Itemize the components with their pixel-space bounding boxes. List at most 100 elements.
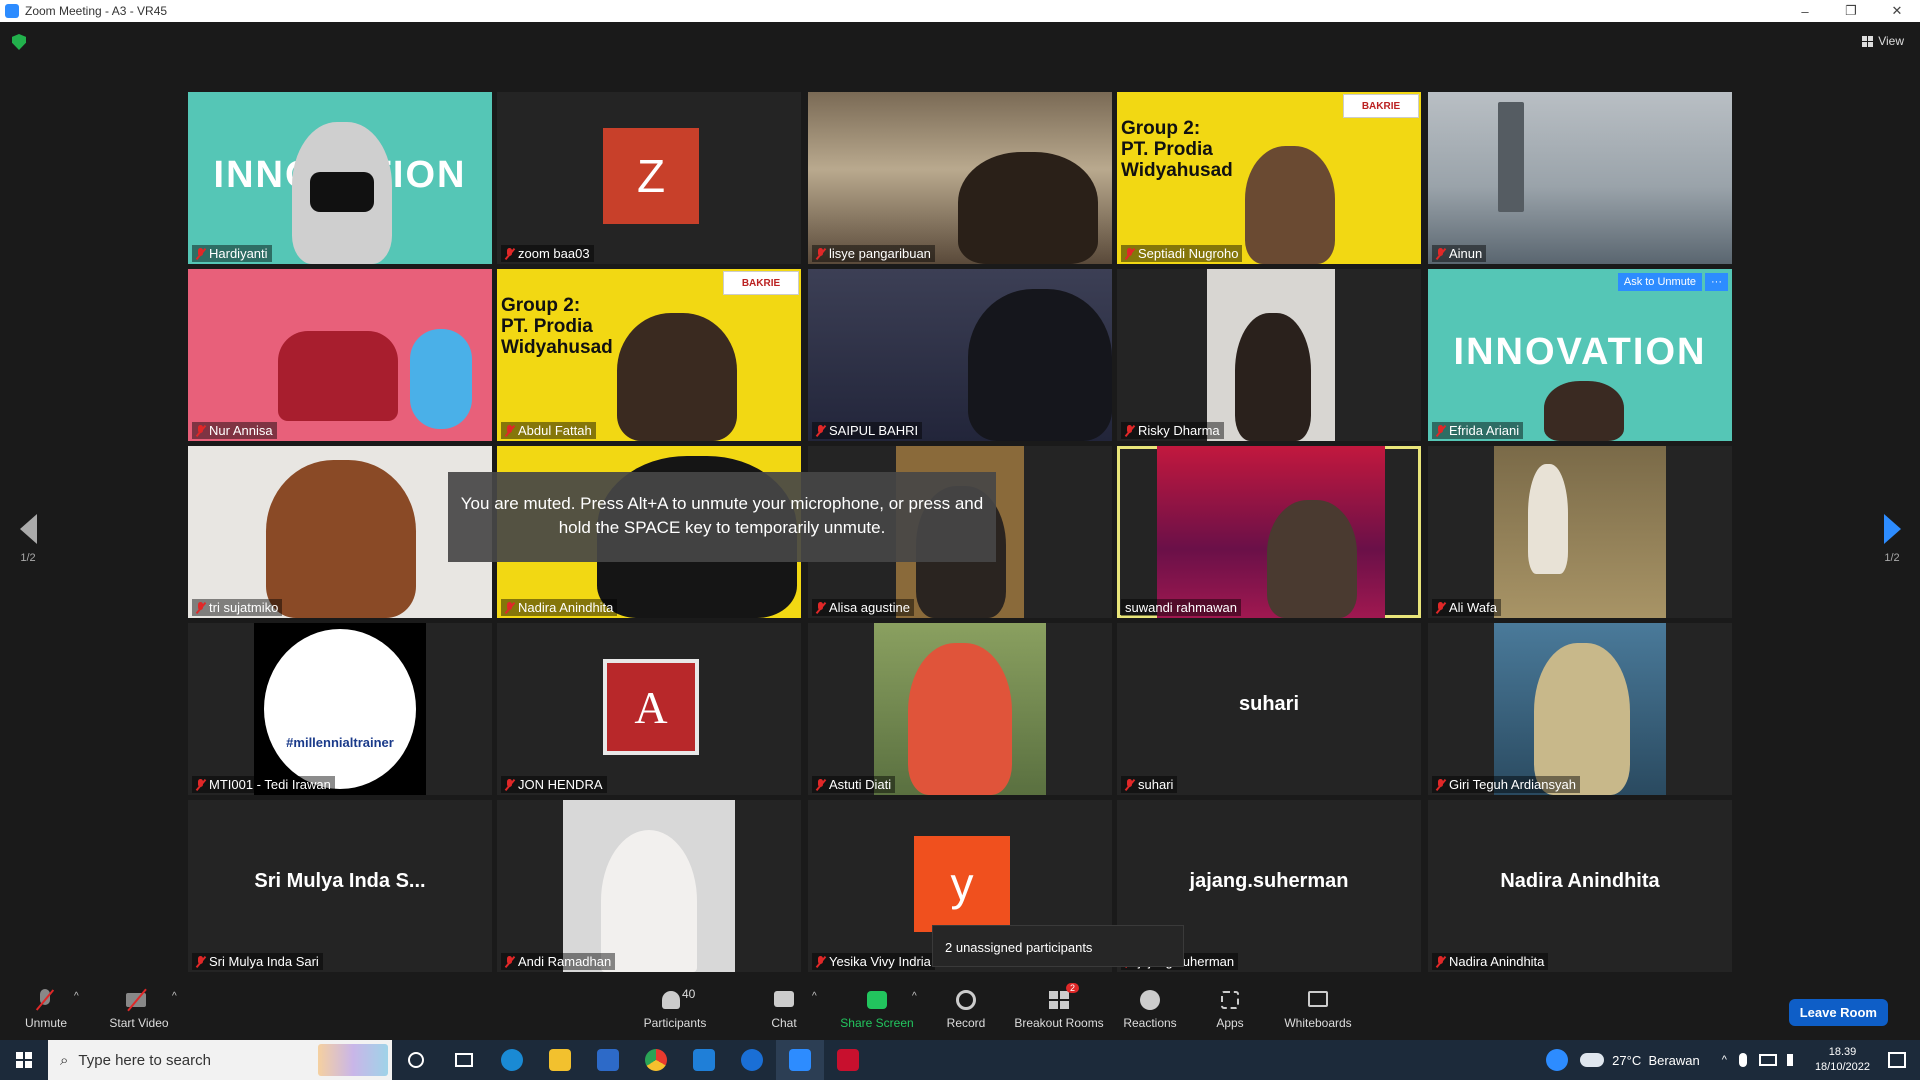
participant-tile[interactable]: Sri Mulya Inda S... Sri Mulya Inda Sari	[188, 800, 492, 972]
chrome-taskbar-app[interactable]	[632, 1040, 680, 1080]
start-button[interactable]	[0, 1040, 48, 1080]
participant-display-name: suhari	[1238, 693, 1300, 715]
mic-muted-icon	[505, 778, 514, 791]
unassigned-participants-popup[interactable]: 2 unassigned participants	[932, 925, 1184, 967]
zoom-logo-icon	[5, 4, 19, 18]
record-button[interactable]: Record	[942, 989, 990, 1030]
participant-tile[interactable]: lisye pangaribuan	[808, 92, 1112, 264]
participant-tile[interactable]: Ali Wafa	[1428, 446, 1732, 618]
notifications-icon[interactable]	[1888, 1052, 1906, 1068]
chat-options-caret[interactable]: ^	[812, 991, 817, 1002]
edge-taskbar-app[interactable]	[488, 1040, 536, 1080]
badge-text: #millennialtrainer	[286, 735, 394, 750]
participant-tile[interactable]: Nadira Anindhita Nadira Anindhita	[1428, 800, 1732, 972]
microphone-icon[interactable]	[1738, 1053, 1747, 1067]
participant-tile[interactable]: SAIPUL BAHRI	[808, 269, 1112, 441]
help-icon[interactable]	[1546, 1049, 1569, 1071]
participant-name: tri sujatmiko	[192, 599, 283, 616]
store-taskbar-app[interactable]	[584, 1040, 632, 1080]
participant-tile[interactable]: suhari suhari	[1117, 623, 1421, 795]
taskbar-clock[interactable]: 18.39 18/10/2022	[1805, 1045, 1880, 1075]
participant-tile[interactable]: Giri Teguh Ardiansyah	[1428, 623, 1732, 795]
system-tray: 27°C Berawan ^ 18.39 18/10/2022	[1546, 1040, 1920, 1080]
participant-display-name: jajang.suherman	[1189, 870, 1349, 892]
restore-button[interactable]: ❐	[1828, 3, 1874, 19]
task-view-button[interactable]	[440, 1040, 488, 1080]
ask-to-unmute-button[interactable]: Ask to Unmute	[1617, 273, 1702, 291]
search-placeholder: Type here to search	[78, 1051, 211, 1069]
participant-avatar: Z	[603, 128, 699, 224]
weather-text[interactable]: 27°C Berawan	[1612, 1053, 1700, 1068]
mic-muted-icon	[1436, 424, 1445, 437]
mail-taskbar-app[interactable]	[680, 1040, 728, 1080]
participant-tile[interactable]: A JON HENDRA	[497, 623, 801, 795]
participant-tile[interactable]: Astuti Diati	[808, 623, 1112, 795]
participant-tile[interactable]: #millennialtrainer MTI001 - Tedi Irawan	[188, 623, 492, 795]
skyline-building	[1498, 102, 1524, 212]
share-screen-button[interactable]: Share Screen	[840, 989, 914, 1030]
participant-video	[1494, 446, 1666, 618]
leave-room-button[interactable]: Leave Room	[1788, 999, 1888, 1026]
mcafee-taskbar-app[interactable]	[824, 1040, 872, 1080]
microsoft-store-icon	[597, 1049, 619, 1071]
minimize-button[interactable]: –	[1782, 4, 1828, 19]
whiteboards-button[interactable]: Whiteboards	[1282, 989, 1354, 1030]
apps-button[interactable]: Apps	[1212, 989, 1248, 1030]
participant-tile[interactable]: Group 2: PT. Prodia Widyahusad BAKRIE Abdu…	[497, 269, 801, 441]
face-mask	[310, 172, 374, 212]
cloud-weather-icon	[1580, 1053, 1605, 1067]
reactions-icon	[1122, 989, 1178, 1011]
speaker-icon[interactable]	[1786, 1054, 1801, 1066]
participant-tile[interactable]: INNOVATION Hardiyanti	[188, 92, 492, 264]
participant-tile-active-speaker[interactable]: suwandi rahmawan	[1117, 446, 1421, 618]
mic-muted-icon	[196, 247, 205, 260]
network-icon[interactable]	[1758, 1054, 1777, 1066]
audio-options-caret[interactable]: ^	[74, 991, 79, 1002]
participant-tile[interactable]: Group 2: PT. Prodia Widyahusad BAKRIE Sept…	[1117, 92, 1421, 264]
breakout-rooms-button[interactable]: 2 Breakout Rooms	[1012, 983, 1106, 1030]
chat-button[interactable]: Chat	[764, 989, 804, 1030]
participant-tile[interactable]: INNOVATION Ask to Unmute ··· Efrida Aria…	[1428, 269, 1732, 441]
participant-tile[interactable]: Z zoom baa03	[497, 92, 801, 264]
mic-muted-icon	[1436, 247, 1445, 260]
participant-tile[interactable]: tri sujatmiko	[188, 446, 492, 618]
share-options-caret[interactable]: ^	[912, 991, 917, 1002]
record-icon	[942, 989, 990, 1011]
encryption-shield-icon[interactable]	[12, 34, 26, 50]
participant-display-name: Nadira Anindhita	[1500, 870, 1660, 892]
teamviewer-taskbar-app[interactable]	[728, 1040, 776, 1080]
participant-video	[958, 152, 1098, 264]
page-indicator-right: 1/2	[1884, 552, 1900, 564]
previous-page-button[interactable]: 1/2	[8, 514, 48, 564]
cortana-button[interactable]	[392, 1040, 440, 1080]
participant-tile[interactable]: Andi Ramadhan	[497, 800, 801, 972]
participant-person	[1267, 500, 1357, 618]
next-page-button[interactable]: 1/2	[1872, 514, 1912, 564]
participant-name: Andi Ramadhan	[501, 953, 616, 970]
zoom-taskbar-app[interactable]	[776, 1040, 824, 1080]
mic-muted-icon	[1125, 778, 1134, 791]
participant-name: Ali Wafa	[1432, 599, 1501, 616]
badge-image	[264, 629, 416, 789]
unmute-button[interactable]: Unmute	[22, 989, 70, 1030]
more-options-button[interactable]: ···	[1705, 273, 1728, 291]
reactions-button[interactable]: Reactions	[1122, 989, 1178, 1030]
participant-tile[interactable]: Risky Dharma	[1117, 269, 1421, 441]
participant-tile[interactable]: Ainun	[1428, 92, 1732, 264]
participant-name: Abdul Fattah	[501, 422, 596, 439]
participant-name: Astuti Diati	[812, 776, 896, 793]
mic-muted-icon	[816, 424, 825, 437]
participant-person	[908, 643, 1012, 795]
start-video-button[interactable]: Start Video	[104, 988, 174, 1030]
window-title: Zoom Meeting - A3 - VR45	[25, 4, 168, 18]
chevron-up-icon[interactable]: ^	[1722, 1054, 1727, 1066]
file-explorer-taskbar-app[interactable]	[536, 1040, 584, 1080]
close-button[interactable]: ✕	[1874, 3, 1920, 19]
taskbar-search-box[interactable]: ⌕ Type here to search	[48, 1040, 392, 1080]
participants-button[interactable]: 40 Participants	[640, 987, 710, 1030]
participant-tile[interactable]: Nur Annisa	[188, 269, 492, 441]
video-options-caret[interactable]: ^	[172, 991, 177, 1002]
participant-name: zoom baa03	[501, 245, 594, 262]
arrow-left-icon	[19, 514, 37, 544]
view-button[interactable]: View	[1862, 34, 1904, 48]
